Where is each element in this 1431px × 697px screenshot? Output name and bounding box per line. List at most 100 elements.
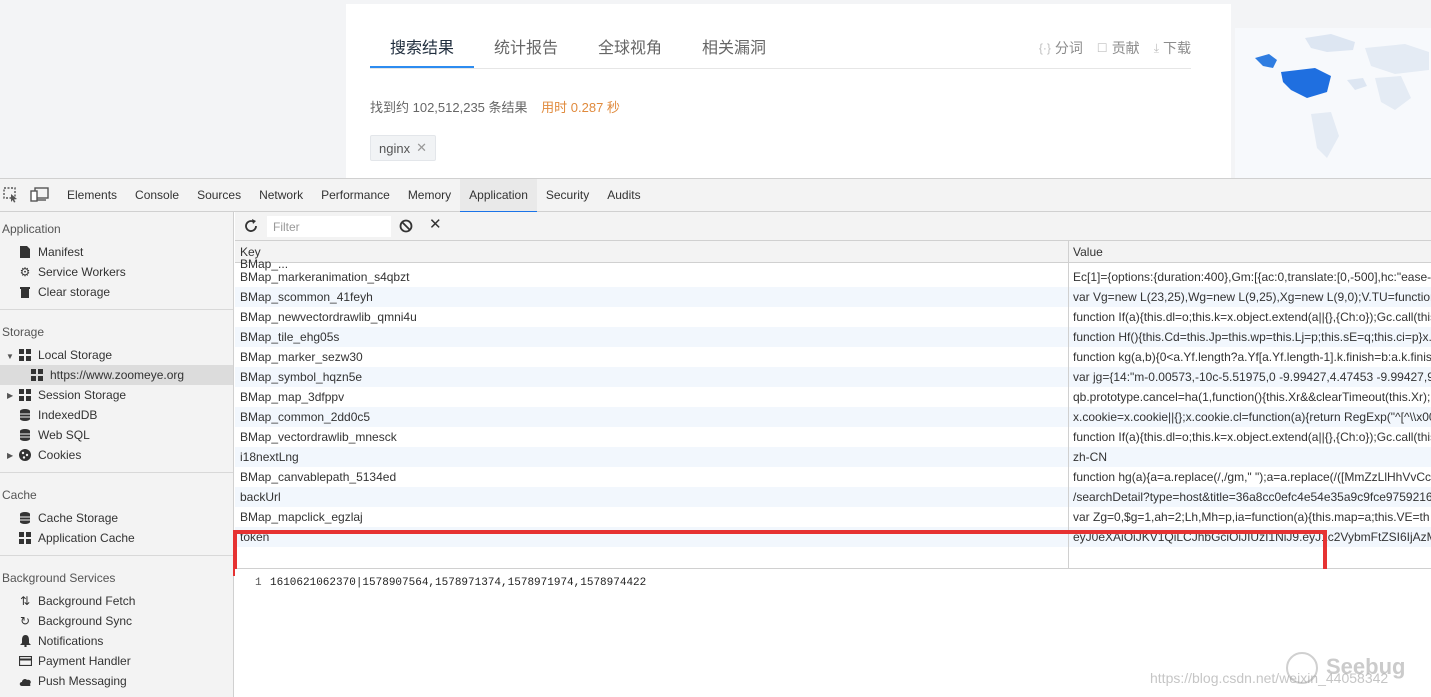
table-row[interactable]: BMap_canvablepath_5134ed function hg(a){a… [235,467,1431,487]
row-key: BMap_map_3dfppv [240,390,345,404]
row-key: BMap_newvectordrawlib_qmni4u [240,310,417,324]
file-icon [18,245,32,259]
sidebar-item-label: https://www.zoomeye.org [50,368,185,382]
tab-audits[interactable]: Audits [598,179,649,212]
table-row[interactable]: i18nextLng zh-CN [235,447,1431,467]
table-row[interactable]: backUrl/searchDetail?type=host&title=36a… [235,487,1431,507]
sidebar-item-application-cache[interactable]: Application Cache [18,528,135,548]
sidebar-item-manifest[interactable]: Manifest [18,242,83,262]
sidebar-item-cookies[interactable]: Cookies [18,445,81,465]
row-key: BMap_common_2dd0c5 [240,410,371,424]
grid-icon [18,348,32,362]
search-results-panel: 搜索结果 统计报告 全球视角 相关漏洞 {·} 分词 ☐ 贡献 ⤓ 下载 找到约… [346,4,1231,178]
query-tag[interactable]: nginx ✕ [370,135,436,161]
row-key: BMap_markeranimation_s4qbzt [240,270,410,284]
sync-icon: ↻ [19,614,31,628]
sidebar-item-label: Application Cache [38,531,135,545]
braces-icon: {·} [1038,41,1051,55]
sidebar-item-web-sql[interactable]: Web SQL [18,425,90,445]
grid-icon [18,388,32,402]
sidebar-item-payment-handler[interactable]: Payment Handler [18,651,131,671]
row-value: function If(a){this.dl=o;this.k=x.object… [1073,310,1431,324]
tab-divider [370,68,1191,69]
delete-icon[interactable]: ✕ [429,216,442,234]
sidebar-item-session-storage[interactable]: Session Storage [18,385,126,405]
tab-related-vulns[interactable]: 相关漏洞 [682,36,786,70]
sidebar-item-notifications[interactable]: Notifications [18,631,103,651]
table-row[interactable]: BMap_common_2dd0c5 x.cookie=x.cookie||{};… [235,407,1431,427]
sidebar-item-local-storage[interactable]: Local Storage [18,345,112,365]
tab-elements[interactable]: Elements [58,179,126,212]
inspect-element-icon[interactable] [2,185,20,203]
table-row[interactable]: BMap_tile_ehg05s function Hf(){this.Cd=th… [235,327,1431,347]
tab-statistics-report[interactable]: 统计报告 [474,36,578,70]
table-row[interactable]: BMap_scommon_41feyh var Vg=new L(23,25),W… [235,287,1431,307]
sidebar-item-background-sync[interactable]: ↻ Background Sync [18,611,132,631]
sidebar-item-local-storage-origin[interactable]: https://www.zoomeye.org [0,365,233,385]
row-key: backUrl [240,490,281,504]
row-key: BMap_tile_ehg05s [240,330,340,344]
tab-security[interactable]: Security [537,179,598,212]
tab-search-results[interactable]: 搜索结果 [370,36,475,70]
download-label: 下载 [1163,40,1191,56]
world-map[interactable] [1235,28,1431,178]
sidebar-divider [0,309,233,310]
sidebar-item-service-workers[interactable]: ⚙ Service Workers [18,262,126,282]
row-key: BMap_vectordrawlib_mnesck [240,430,397,444]
section-title-application: Application [2,222,61,236]
table-row[interactable]: BMap_newvectordrawlib_qmni4u function If(… [235,307,1431,327]
device-toolbar-icon[interactable] [30,185,49,203]
sidebar-item-push-messaging[interactable]: Push Messaging [18,671,127,691]
row-value: eyJ0eXAiOiJKV1QiLCJhbGciOiJIUzI1NiJ9.eyJ… [1073,530,1431,544]
query-tag-label: nginx [379,140,411,156]
preview-content[interactable]: 1610621062370|1578907564,1578971374,1578… [270,577,646,589]
sidebar-item-label: IndexedDB [38,408,98,422]
row-value: qb.prototype.cancel=ha(1,function(){this… [1073,390,1431,404]
tab-console[interactable]: Console [126,179,188,212]
tab-global-view[interactable]: 全球视角 [578,36,682,70]
table-row[interactable]: token eyJ0eXAiOiJKV1QiLCJhbGciOiJIUzI1NiJ… [235,527,1431,547]
table-row[interactable]: BMap_symbol_hqzn5e var jg={14:"m-0.00573,… [235,367,1431,387]
devtools-toolbar: Elements Console Sources Network Perform… [0,179,1431,213]
storage-toolbar: ✕ [235,212,1431,241]
sidebar-item-cache-storage[interactable]: Cache Storage [18,508,118,528]
close-icon[interactable]: ✕ [416,140,427,156]
row-value: /searchDetail?type=host&title=36a8cc0efc… [1073,490,1431,504]
row-key: BMap_canvablepath_5134ed [240,470,397,484]
sidebar-divider [0,555,233,556]
tab-performance[interactable]: Performance [312,179,399,212]
contribute-button[interactable]: ☐ 贡献 [1097,38,1140,58]
sidebar-item-clear-storage[interactable]: Clear storage [18,282,110,302]
filter-input[interactable] [267,216,391,237]
block-icon[interactable] [399,219,413,233]
tab-memory[interactable]: Memory [399,179,460,212]
sidebar-item-background-fetch[interactable]: ⇅ Background Fetch [18,591,135,611]
table-row[interactable]: BMap_marker_sezw30 function kg(a,b){0<a.Y… [235,347,1431,367]
sidebar-item-label: Cookies [38,448,82,462]
collapse-arrow-icon[interactable]: ▶ [7,391,13,400]
application-sidebar: Application Manifest ⚙ Service Workers C… [0,212,234,697]
sidebar-item-label: Payment Handler [38,654,131,668]
column-divider[interactable] [1068,241,1069,568]
result-time: 用时 0.287 秒 [541,100,620,115]
cloud-icon [18,674,32,688]
download-button[interactable]: ⤓ 下载 [1154,38,1191,58]
row-key: BMap_scommon_41feyh [240,290,373,304]
table-row[interactable]: BMap_mapclick_egzlaj var Zg=0,$g=1,ah=2;L… [235,507,1431,527]
zoomeye-page: 搜索结果 统计报告 全球视角 相关漏洞 {·} 分词 ☐ 贡献 ⤓ 下载 找到约… [0,0,1431,178]
tab-application[interactable]: Application [460,179,537,213]
table-row[interactable]: BMap_map_3dfppv qb.prototype.cancel=ha(1,… [235,387,1431,407]
row-value: function kg(a,b){0<a.Yf.length?a.Yf[a.Yf… [1073,350,1431,364]
collapse-arrow-icon[interactable]: ▶ [7,451,13,460]
refresh-icon[interactable] [243,218,259,234]
tab-sources[interactable]: Sources [188,179,250,212]
card-icon [18,654,32,668]
tab-network[interactable]: Network [250,179,312,212]
table-row[interactable]: BMap_markeranimation_s4qbzt Ec[1]={option… [235,267,1431,287]
table-row[interactable]: BMap_vectordrawlib_mnesck function If(a){… [235,427,1431,447]
sidebar-item-indexeddb[interactable]: IndexedDB [18,405,97,425]
tokenize-button[interactable]: {·} 分词 [1039,38,1083,58]
expand-arrow-icon[interactable]: ▼ [6,352,14,361]
row-value: function If(a){this.dl=o;this.k=x.object… [1073,430,1431,444]
row-value: x.cookie=x.cookie||{};x.cookie.cl=functi… [1073,410,1431,424]
